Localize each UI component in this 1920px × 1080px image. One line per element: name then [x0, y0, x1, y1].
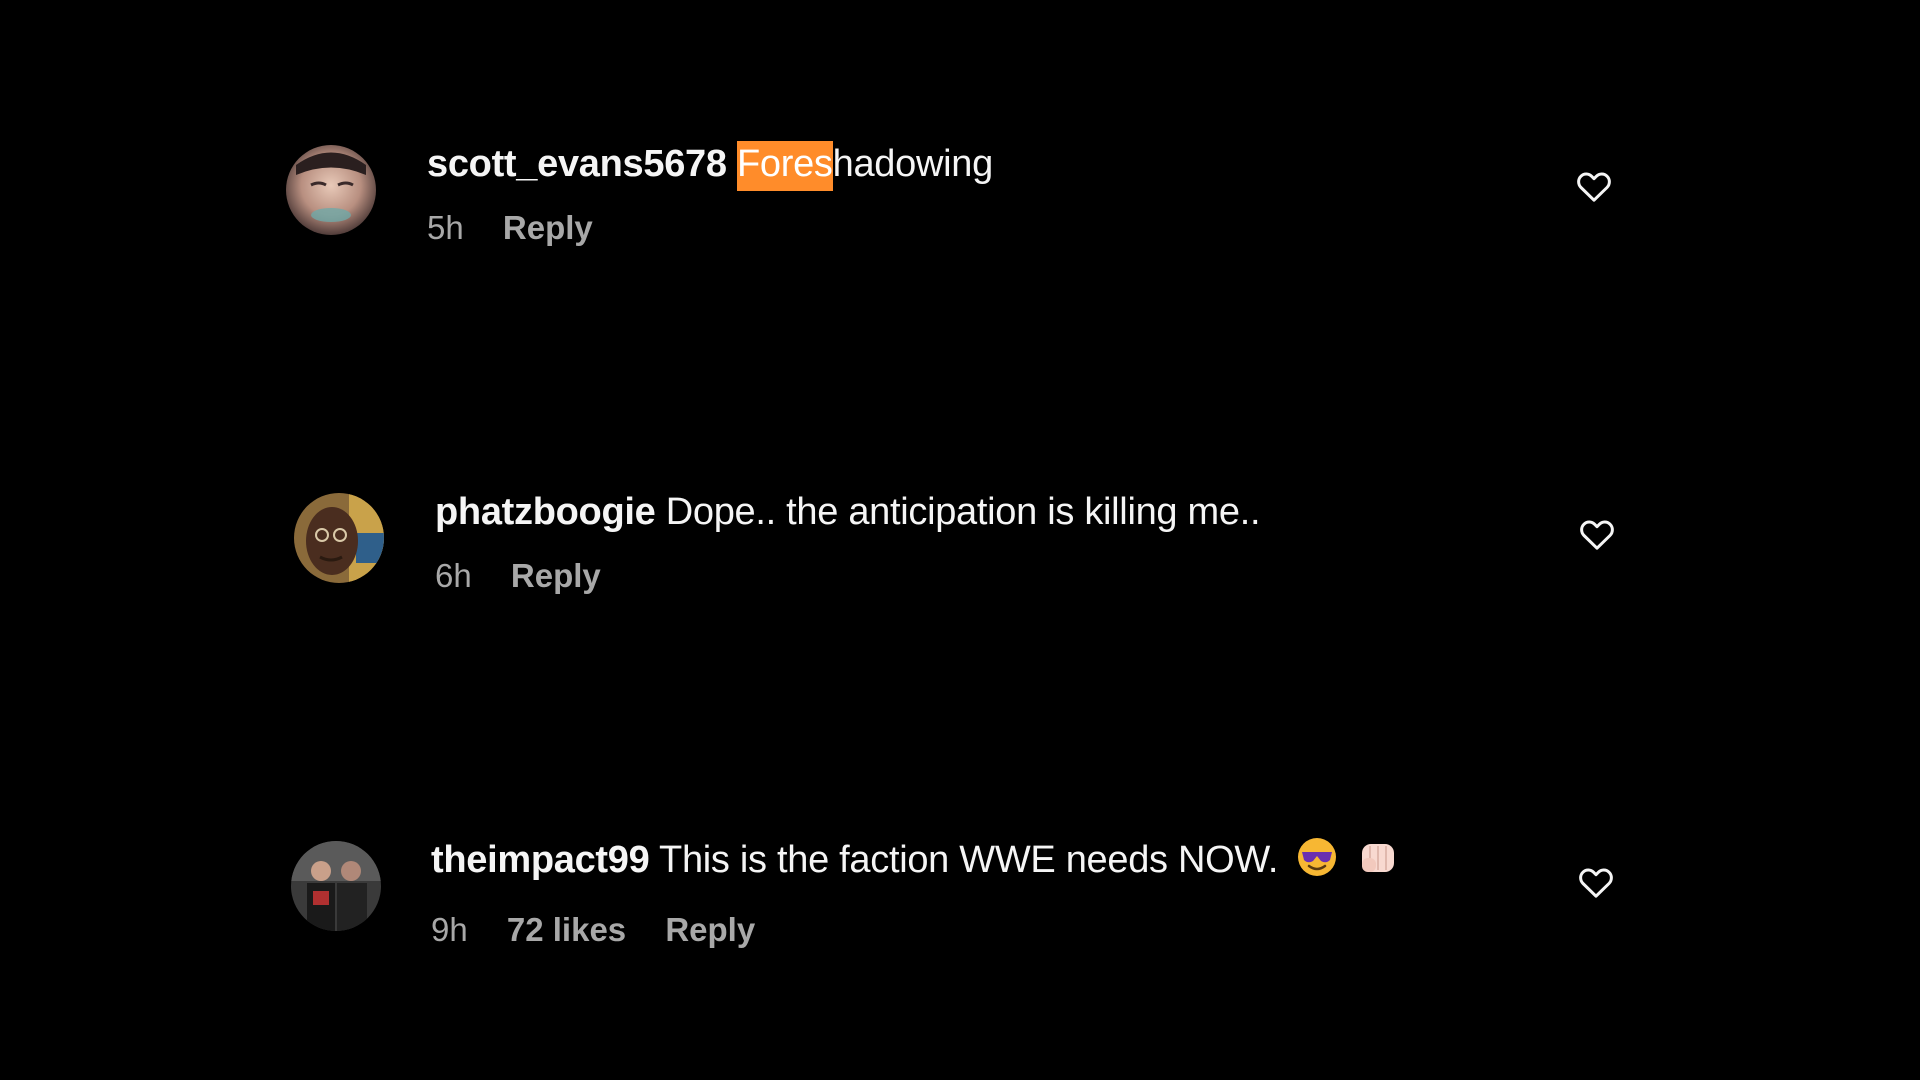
like-button[interactable] [1574, 166, 1614, 206]
heart-outline-icon [1577, 172, 1611, 202]
comment-username[interactable]: theimpact99 [431, 839, 650, 881]
like-button[interactable] [1576, 862, 1616, 902]
heart-outline-icon [1579, 868, 1613, 898]
comment-line: phatzboogie Dope.. the anticipation is k… [435, 488, 1261, 536]
reply-button[interactable]: Reply [665, 911, 755, 948]
user-avatar-photo [291, 841, 381, 931]
comment-meta: 5h Reply [427, 208, 993, 248]
comments-panel: scott_evans5678 Foreshadowing 5h Reply p… [0, 0, 1920, 1080]
like-button[interactable] [1577, 514, 1617, 554]
avatar[interactable] [286, 145, 376, 235]
comment-item: theimpact99 This is the faction WWE need… [0, 836, 1920, 976]
reply-button[interactable]: Reply [503, 209, 593, 246]
search-highlight: Fores [736, 141, 833, 191]
user-avatar-photo [294, 493, 384, 583]
comment-username[interactable]: scott_evans5678 [427, 143, 727, 185]
comment-line: scott_evans5678 Foreshadowing [427, 140, 994, 191]
reply-button[interactable]: Reply [511, 557, 601, 594]
avatar[interactable] [291, 841, 381, 931]
avatar[interactable] [294, 493, 384, 583]
comment-text-rest: hadowing [832, 143, 994, 185]
comment-item: phatzboogie Dope.. the anticipation is k… [0, 488, 1920, 628]
user-avatar-photo [286, 145, 376, 235]
heart-outline-icon [1580, 520, 1614, 550]
comment-timestamp: 5h [427, 209, 464, 246]
comment-timestamp: 6h [435, 557, 472, 594]
oncoming-fist-emoji [1357, 836, 1399, 890]
comment-username[interactable]: phatzboogie [435, 491, 656, 533]
comment-item: scott_evans5678 Foreshadowing 5h Reply [0, 140, 1920, 280]
comment-text: This is the faction WWE needs NOW. [659, 839, 1279, 881]
comment-meta: 6h Reply [435, 556, 1260, 596]
likes-count[interactable]: 72 likes [507, 911, 626, 948]
comment-meta: 9h 72 likes Reply [431, 910, 1399, 950]
comment-timestamp: 9h [431, 911, 468, 948]
comment-line: theimpact99 This is the faction WWE need… [431, 836, 1399, 890]
comment-text: Dope.. the anticipation is killing me.. [665, 491, 1261, 533]
comment-text: Foreshadowing [736, 141, 994, 191]
smiling-face-with-sunglasses-emoji [1296, 836, 1338, 890]
